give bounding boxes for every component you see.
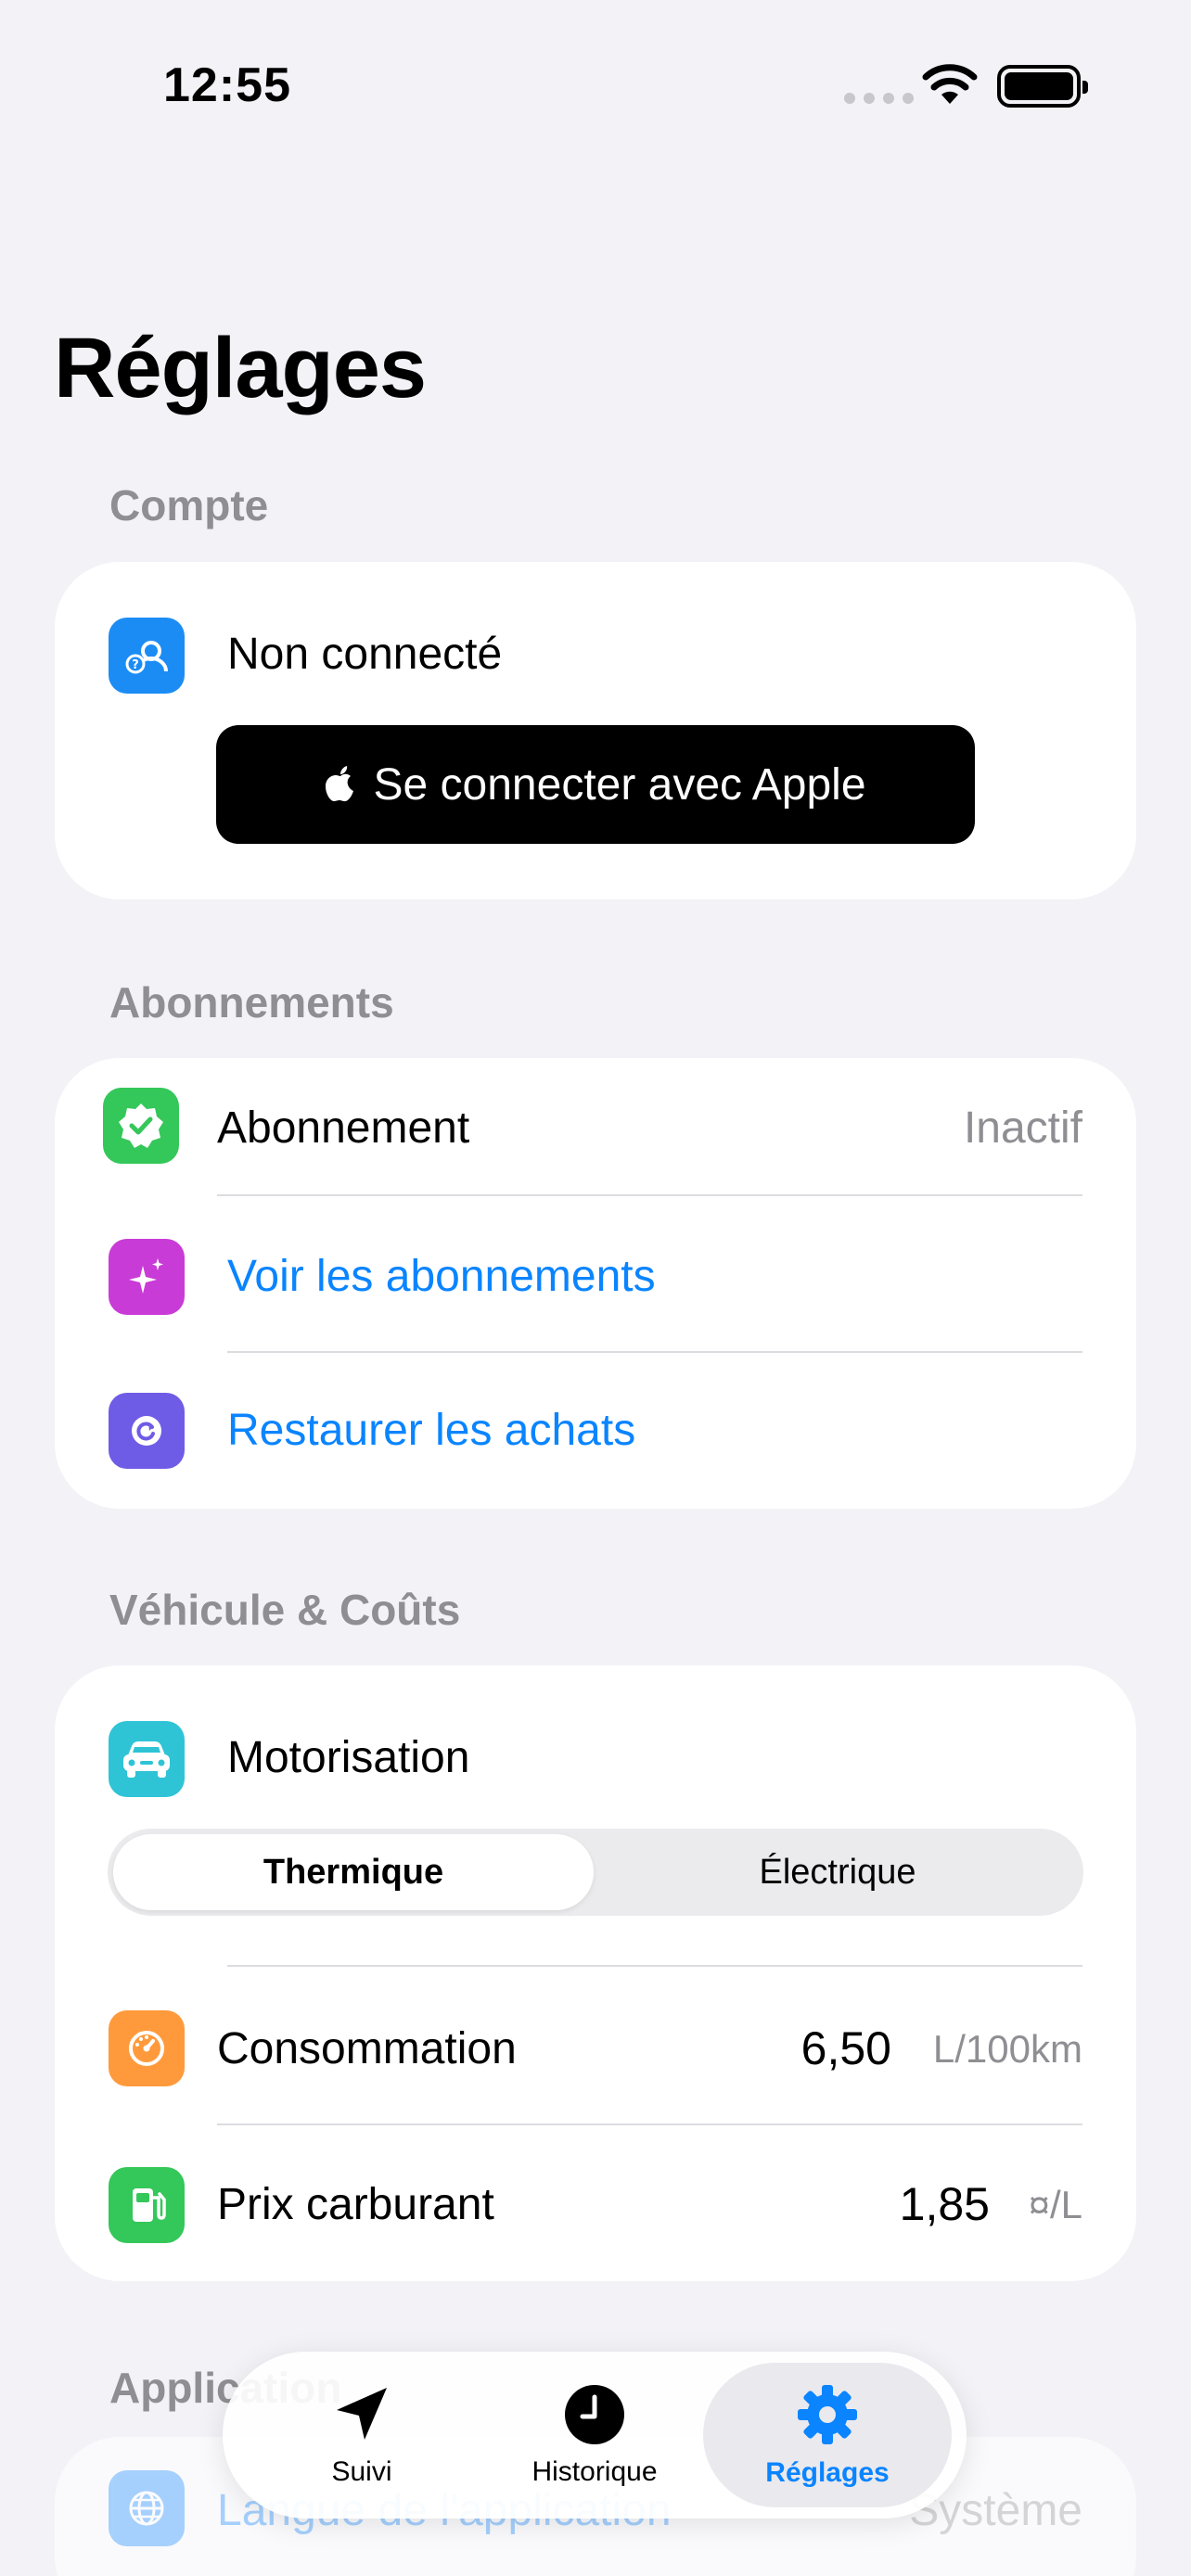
- restore-icon: [109, 1393, 185, 1469]
- tab-suivi[interactable]: Suivi: [237, 2363, 486, 2507]
- divider: [227, 1965, 1082, 1967]
- checkmark-seal-icon: [103, 1088, 179, 1164]
- globe-icon: [109, 2470, 185, 2546]
- subscriptions-card: Abonnement Inactif Voir les abonnements …: [55, 1058, 1136, 1509]
- tab-reglages[interactable]: Réglages: [703, 2363, 952, 2507]
- tab-label: Historique: [531, 2456, 658, 2487]
- tab-label: Suivi: [331, 2456, 392, 2487]
- consumption-unit: L/100km: [932, 2027, 1082, 2071]
- account-status-label: Non connecté: [227, 630, 503, 679]
- status-time: 12:55: [163, 58, 291, 112]
- clock-icon: [565, 2385, 624, 2444]
- segment-electric[interactable]: Électrique: [597, 1834, 1078, 1910]
- location-arrow-icon: [337, 2388, 387, 2440]
- divider: [227, 1351, 1082, 1353]
- divider: [217, 2123, 1082, 2125]
- status-bar: 12:55: [0, 0, 1191, 176]
- view-subscriptions-link[interactable]: Voir les abonnements: [227, 1251, 656, 1302]
- subscription-value: Inactif: [963, 1103, 1082, 1153]
- wifi-icon: [922, 64, 978, 104]
- tab-label: Réglages: [765, 2457, 890, 2488]
- consumption-label: Consommation: [217, 2024, 517, 2073]
- car-icon: [109, 1721, 185, 1797]
- subscription-label: Abonnement: [217, 1103, 470, 1153]
- engine-type-label: Motorisation: [227, 1733, 470, 1782]
- apple-logo-icon: [326, 766, 354, 802]
- section-header-vehicle: Véhicule & Coûts: [109, 1586, 461, 1634]
- section-header-subscriptions: Abonnements: [109, 978, 394, 1027]
- gauge-icon: [109, 2010, 185, 2086]
- svg-text:?: ?: [132, 658, 139, 672]
- cellular-signal-icon: [844, 93, 914, 104]
- restore-purchases-link[interactable]: Restaurer les achats: [227, 1405, 635, 1456]
- fuel-price-unit: ¤/L: [1028, 2183, 1082, 2226]
- fuel-price-value[interactable]: 1,85: [900, 2177, 990, 2231]
- tab-bar: Suivi Historique Réglages: [223, 2352, 967, 2519]
- fuel-price-label: Prix carburant: [217, 2180, 494, 2229]
- page-title: Réglages: [54, 321, 427, 415]
- engine-type-segmented-control[interactable]: Thermique Électrique: [108, 1829, 1083, 1916]
- sign-in-with-apple-button[interactable]: Se connecter avec Apple: [216, 725, 975, 844]
- segment-thermal[interactable]: Thermique: [113, 1834, 594, 1910]
- battery-icon: [997, 65, 1088, 108]
- account-icon: ?: [109, 618, 185, 694]
- sparkles-icon: [109, 1239, 185, 1315]
- section-header-account: Compte: [109, 481, 269, 529]
- tab-historique[interactable]: Historique: [470, 2363, 719, 2507]
- divider: [217, 1194, 1082, 1196]
- consumption-value[interactable]: 6,50: [801, 2021, 891, 2075]
- apple-button-label: Se connecter avec Apple: [373, 759, 866, 810]
- gear-icon: [798, 2385, 857, 2444]
- fuel-pump-icon: [109, 2167, 185, 2243]
